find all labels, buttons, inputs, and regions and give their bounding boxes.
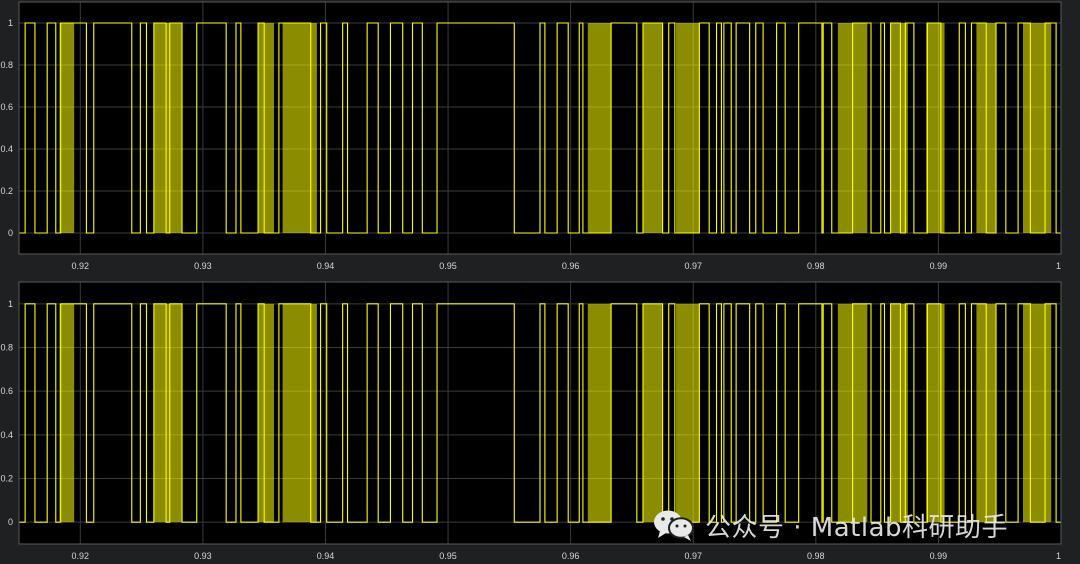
x-tick-label: 0.94 [317, 261, 335, 271]
x-tick-label: 0.95 [439, 261, 457, 271]
x-tick-label: 0.92 [72, 261, 90, 271]
dense-switching-region [676, 303, 700, 523]
x-tick-label: 0.92 [72, 551, 90, 561]
x-tick-label: 1 [1056, 551, 1061, 561]
x-tick-label: 0.96 [562, 551, 580, 561]
dense-switching-region [587, 23, 612, 233]
y-tick-label: 0.4 [0, 144, 13, 154]
dense-switching-region [676, 23, 700, 233]
y-tick-label: 0.4 [0, 430, 13, 440]
y-tick-label: 0.2 [0, 474, 13, 484]
x-tick-label: 0.97 [684, 261, 702, 271]
dense-switching-region [59, 303, 75, 523]
y-tick-label: 0 [8, 517, 13, 527]
dense-switching-region [587, 303, 612, 523]
dense-switching-region [282, 303, 317, 523]
watermark: 公众号 · Matlab科研助手 [651, 505, 1008, 545]
y-tick-label: 0 [8, 228, 13, 238]
y-tick-label: 0.6 [0, 386, 13, 396]
dense-switching-region [642, 23, 663, 233]
dense-switching-region [153, 303, 183, 523]
scope-figure: 0.92 0.93 0.94 0.95 0.96 0.97 0.98 0.99 1 0 0.2 0.4… [0, 1, 1062, 561]
y-tick-label: 1 [8, 18, 13, 28]
x-tick-label: 0.94 [317, 551, 335, 561]
dense-switching-region [258, 303, 274, 523]
y-tick-label: 0.8 [0, 343, 13, 353]
x-tick-label: 0.93 [194, 261, 212, 271]
dense-switching-region [1022, 23, 1052, 233]
y-tick-label: 0.2 [0, 186, 13, 196]
dense-switching-region [282, 23, 317, 233]
x-tick-label: 0.99 [930, 551, 948, 561]
watermark-text: 公众号 · Matlab科研助手 [705, 512, 1009, 543]
dense-switching-region [59, 23, 75, 233]
dense-switching-region [926, 303, 945, 523]
dense-switching-region [926, 23, 945, 233]
dense-switching-region [642, 303, 663, 523]
x-tick-label: 0.95 [439, 551, 457, 561]
dense-switching-region [153, 23, 183, 233]
dense-switching-region [1022, 303, 1052, 523]
x-tick-label: 0.99 [930, 261, 948, 271]
wechat-icon [654, 510, 694, 541]
y-tick-label: 0.6 [0, 102, 13, 112]
x-tick-label: 0.98 [807, 551, 825, 561]
x-tick-label: 1 [1056, 261, 1061, 271]
x-tick-label: 0.93 [194, 551, 212, 561]
scope-panel-1: 0.92 0.93 0.94 0.95 0.96 0.97 0.98 0.99 1 0 0.2 0.4… [0, 1, 1062, 271]
y-tick-label: 1 [8, 299, 13, 309]
x-tick-label: 0.96 [562, 261, 580, 271]
y-tick-label: 0.8 [0, 60, 13, 70]
x-tick-label: 0.98 [807, 261, 825, 271]
dense-switching-region [258, 23, 274, 233]
x-tick-label: 0.97 [684, 551, 702, 561]
